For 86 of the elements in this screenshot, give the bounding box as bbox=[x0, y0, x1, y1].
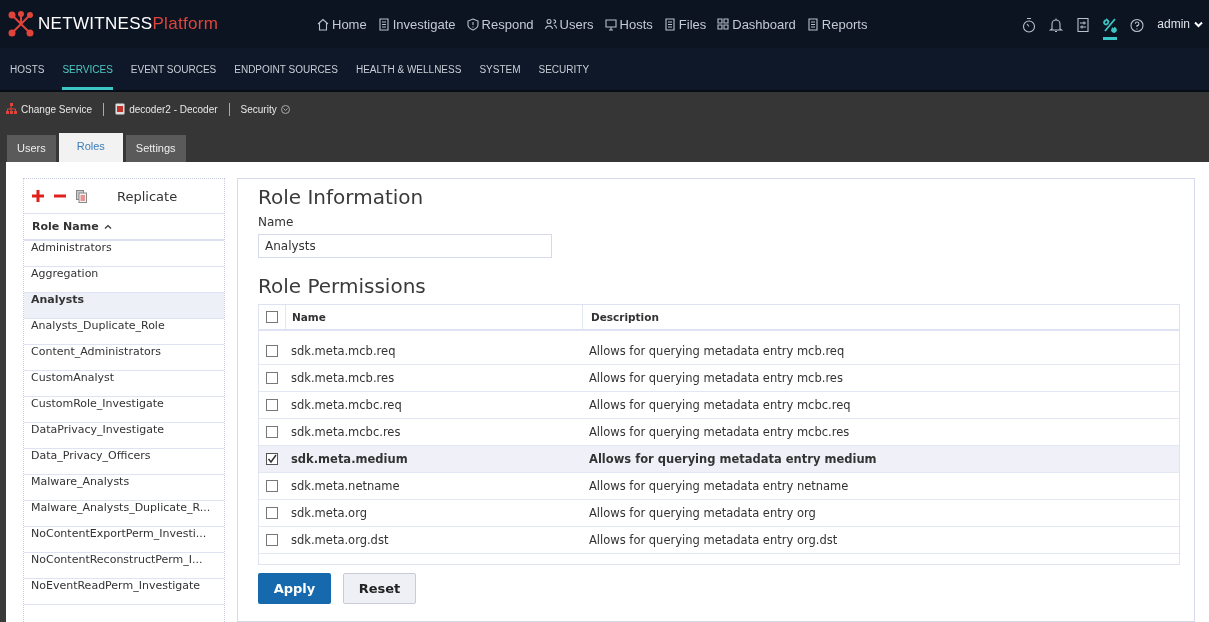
brand-name: NETWITNESSPlatform bbox=[38, 14, 219, 34]
nav-link[interactable]: Files bbox=[663, 16, 707, 32]
document-icon bbox=[806, 17, 819, 31]
role-row[interactable]: Data_Privacy_Officers bbox=[24, 449, 224, 475]
row-checkbox[interactable] bbox=[266, 372, 278, 384]
table-cell-text: sdk.meta.org.dst bbox=[290, 533, 390, 547]
table-cell-text: Allows for querying metadata entry org.dst bbox=[588, 533, 839, 547]
table-cell-text: sdk.meta.netname bbox=[290, 479, 401, 493]
table-cell-text: sdk.meta.mcbc.res bbox=[290, 425, 402, 439]
home-icon bbox=[317, 17, 329, 31]
nav-link[interactable]: Investigate bbox=[377, 16, 456, 32]
role-row[interactable]: CustomAnalyst bbox=[24, 371, 224, 397]
nav-tab[interactable]: SECURITY bbox=[538, 48, 590, 90]
table-cell-text: Allows for querying metadata entry mcb.res bbox=[588, 371, 844, 385]
tab[interactable]: Settings bbox=[125, 135, 186, 162]
role-row[interactable]: CustomRole_Investigate bbox=[24, 397, 224, 423]
table-cell-text: Allows for querying metadata entry org bbox=[588, 506, 817, 520]
replicate-button[interactable]: Replicate bbox=[117, 188, 178, 204]
decoder-icon bbox=[115, 103, 126, 115]
nav-link[interactable]: Hosts bbox=[604, 16, 653, 32]
document-icon bbox=[663, 17, 676, 31]
name-field[interactable]: Analysts bbox=[258, 234, 552, 258]
nav-tab[interactable]: HEALTH & WELLNESS bbox=[355, 48, 462, 90]
role-row[interactable]: Content_Administrators bbox=[24, 345, 224, 371]
nav-link[interactable]: Users bbox=[544, 16, 594, 32]
table-cell-text: sdk.meta.mcbc.req bbox=[290, 398, 403, 412]
column-header[interactable]: Description bbox=[582, 305, 1179, 329]
row-checkbox[interactable] bbox=[266, 399, 278, 411]
apply-button[interactable]: Apply bbox=[258, 573, 331, 604]
role-row[interactable]: Analysts_Duplicate_Role bbox=[24, 319, 224, 345]
role-row[interactable]: NoContentExportPerm_Investi... bbox=[24, 527, 224, 553]
section-title: Role Permissions bbox=[258, 274, 427, 298]
reset-button[interactable]: Reset bbox=[343, 573, 416, 604]
role-row[interactable]: Malware_Analysts bbox=[24, 475, 224, 501]
table-cell-text: Allows for querying metadata entry medium bbox=[588, 452, 878, 466]
table-cell-text: Allows for querying metadata entry netname bbox=[588, 479, 850, 493]
role-row[interactable]: Malware_Analysts_Duplicate_R... bbox=[24, 501, 224, 527]
service-link[interactable]: decoder2 - Decoder bbox=[115, 103, 218, 115]
users-icon bbox=[544, 17, 557, 31]
hierarchy-icon bbox=[6, 103, 17, 115]
role-row[interactable]: NoContentReconstructPerm_I... bbox=[24, 553, 224, 579]
table-cell-text: sdk.meta.org bbox=[290, 506, 368, 520]
add-icon[interactable] bbox=[32, 190, 44, 202]
copy-icon[interactable] bbox=[76, 189, 87, 203]
logo-icon bbox=[8, 11, 34, 37]
section-title: Role Information bbox=[258, 185, 425, 209]
change-service-link[interactable]: Change Service bbox=[6, 103, 93, 115]
table-cell-text: sdk.meta.mcb.req bbox=[290, 344, 397, 358]
table-cell-text: Allows for querying metadata entry mcbc.res bbox=[588, 425, 851, 439]
nav-link[interactable]: Respond bbox=[466, 16, 534, 32]
nav-tab[interactable]: HOSTS bbox=[10, 48, 45, 90]
table-cell-text: Allows for querying metadata entry mcb.req bbox=[588, 344, 846, 358]
nav-tab[interactable]: EVENT SOURCES bbox=[130, 48, 217, 90]
row-checkbox[interactable] bbox=[266, 507, 278, 519]
row-checkbox[interactable] bbox=[266, 480, 278, 492]
role-row[interactable]: Analysts bbox=[24, 293, 224, 319]
nav-tab[interactable]: SYSTEM bbox=[479, 48, 521, 90]
user-menu[interactable]: admin bbox=[1157, 17, 1203, 31]
nav-link[interactable]: Reports bbox=[806, 16, 868, 32]
nav-tab[interactable]: ENDPOINT SOURCES bbox=[234, 48, 338, 90]
row-checkbox[interactable] bbox=[266, 453, 278, 465]
chevron-circle-icon bbox=[280, 104, 290, 114]
tab[interactable]: Users bbox=[7, 135, 56, 162]
tab[interactable]: Roles bbox=[58, 133, 123, 162]
role-row[interactable]: DataPrivacy_Investigate bbox=[24, 423, 224, 449]
role-row[interactable]: NoEventReadPerm_Investigate bbox=[24, 579, 224, 605]
row-checkbox[interactable] bbox=[266, 345, 278, 357]
nav-link[interactable]: Home bbox=[317, 16, 367, 32]
sort-ascending-icon bbox=[103, 224, 112, 229]
chevron-down-icon bbox=[1194, 20, 1203, 28]
column-header[interactable]: Role Name bbox=[24, 214, 224, 241]
monitor-icon bbox=[604, 17, 617, 31]
table-cell-text: sdk.meta.medium bbox=[290, 452, 409, 466]
column-header[interactable]: Name bbox=[285, 305, 582, 329]
grid-icon bbox=[717, 17, 730, 31]
row-checkbox[interactable] bbox=[266, 426, 278, 438]
document-icon bbox=[377, 17, 390, 31]
nav-link[interactable]: Dashboard bbox=[717, 16, 796, 32]
view-dropdown[interactable]: Security bbox=[240, 103, 290, 115]
role-row[interactable]: Administrators bbox=[24, 241, 224, 267]
shield-icon bbox=[466, 17, 479, 31]
field-label: Name bbox=[258, 215, 295, 229]
table-cell-text: Allows for querying metadata entry mcbc.req bbox=[588, 398, 852, 412]
table-cell-text: sdk.meta.mcb.res bbox=[290, 371, 396, 385]
select-all-checkbox[interactable] bbox=[266, 311, 278, 323]
row-checkbox[interactable] bbox=[266, 534, 278, 546]
